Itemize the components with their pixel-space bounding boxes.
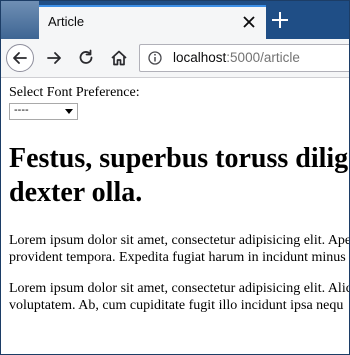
font-preference-select[interactable]: ---- [9,103,78,120]
tab-title: Article [48,14,85,29]
info-icon[interactable] [148,51,162,65]
chevron-down-icon [65,109,73,114]
url-host: localhost [173,50,227,65]
browser-window: Article localhost:5000/article Select Fo… [0,0,350,355]
home-icon [111,50,127,66]
article-heading: Festus, superbus toruss diligenter dexte… [9,143,349,208]
home-button[interactable] [104,43,134,73]
forward-button[interactable] [39,43,69,73]
tab-article[interactable]: Article [39,5,266,39]
article-paragraph: Lorem ipsum dolor sit amet, consectetur … [9,233,349,265]
back-button[interactable] [5,43,35,73]
tab-strip: Article [1,1,349,39]
forward-arrow-icon [47,52,61,64]
reload-icon [79,49,93,64]
page-content: Select Font Preference: ---- Festus, sup… [1,78,349,354]
url-text[interactable]: localhost:5000/article [173,50,300,65]
close-icon[interactable] [242,14,256,30]
url-bar[interactable]: localhost:5000/article [139,44,349,72]
tab-strip-left-area [1,1,39,39]
nav-toolbar: localhost:5000/article [1,39,349,78]
font-preference-label: Select Font Preference: [9,85,140,100]
reload-button[interactable] [71,43,101,73]
url-path: :5000/article [226,50,300,65]
back-arrow-icon [13,52,27,64]
font-select-value: ---- [14,104,29,116]
new-tab-icon[interactable] [270,10,290,30]
article-paragraph: Lorem ipsum dolor sit amet, consectetur … [9,281,349,313]
